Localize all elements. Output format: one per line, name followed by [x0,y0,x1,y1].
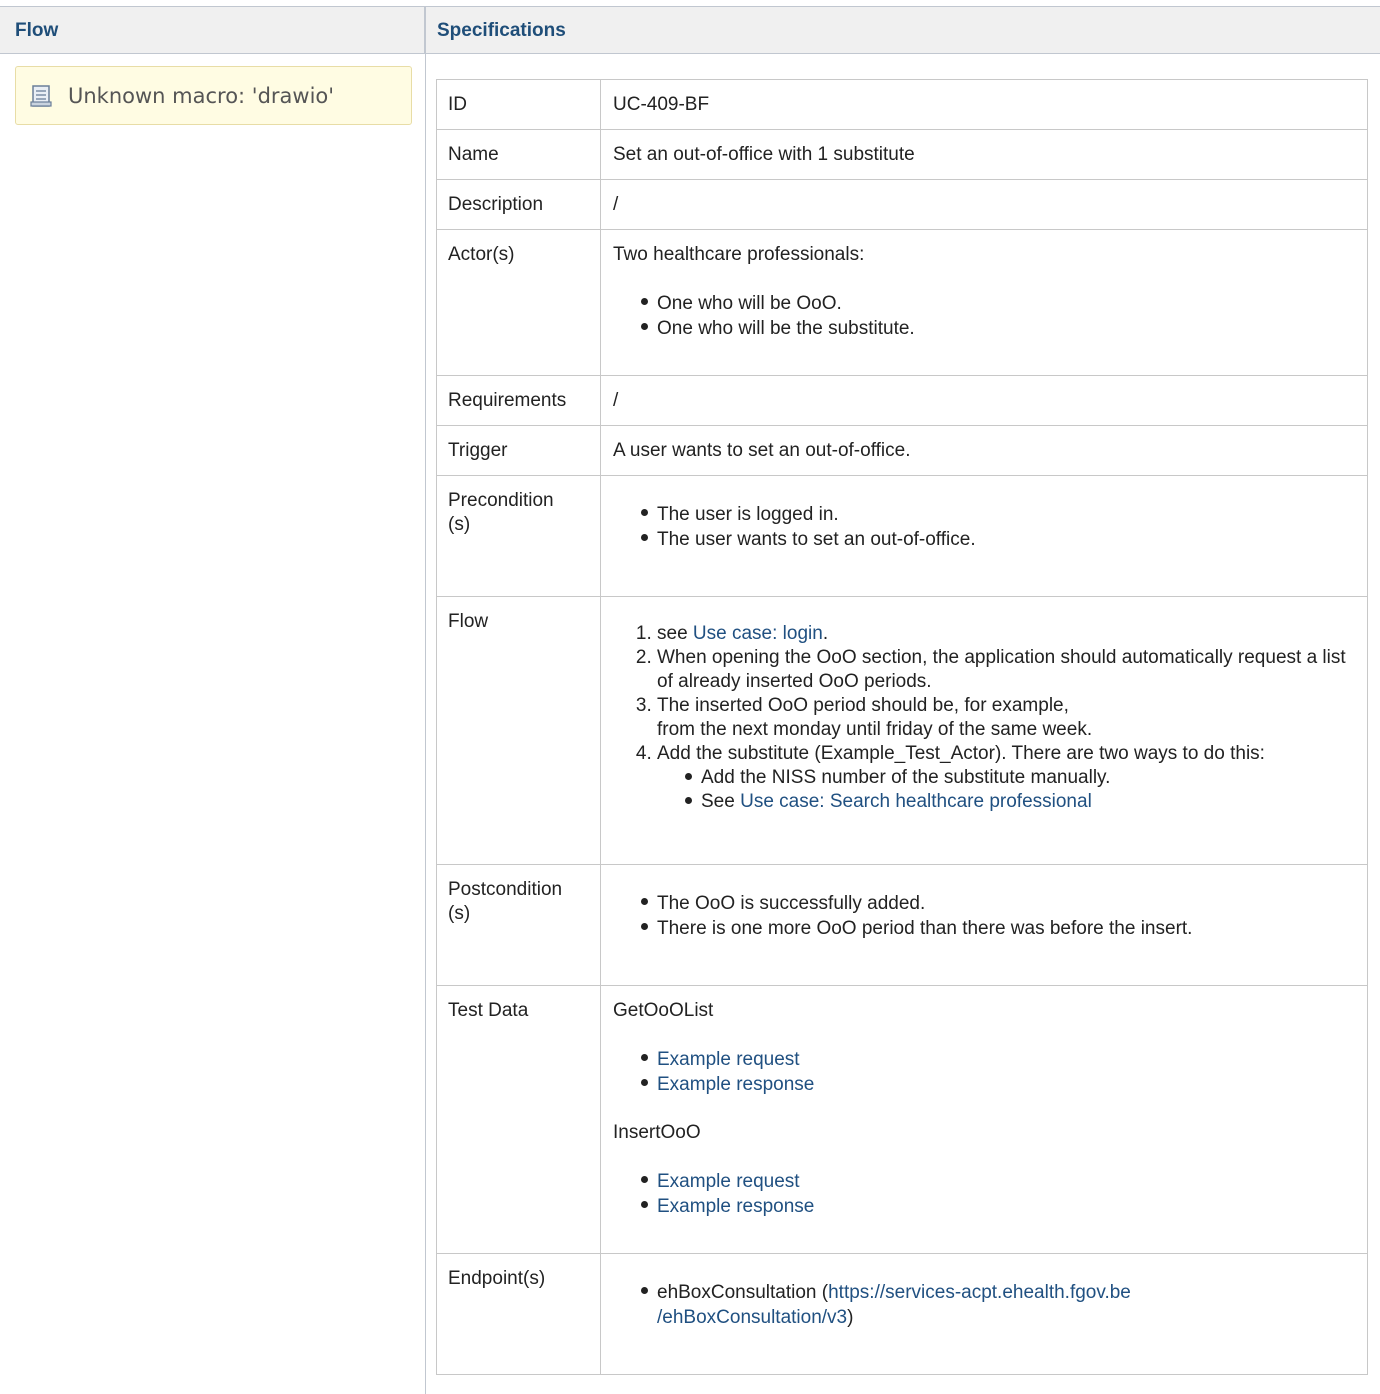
label-test-data: Test Data [436,985,601,1254]
row-endpoints: Endpoint(s) ehBoxConsultation (https://s… [436,1253,1368,1375]
list-item: Example request [641,1047,1356,1072]
label-postcondition: Postcondition (s) [436,864,601,986]
value-id: UC-409-BF [600,79,1368,130]
label-flow: Flow [436,596,601,865]
value-name: Set an out-of-office with 1 substitute [600,129,1368,180]
list-item: The OoO is successfully added. [641,891,1356,916]
list-item: ehBoxConsultation (https://services-acpt… [641,1280,1356,1330]
row-name: Name Set an out-of-office with 1 substit… [436,129,1368,180]
insertooo-links: Example request Example response [613,1169,1356,1219]
list-item: Example response [641,1072,1356,1097]
flow-steps: see Use case: login. When opening the Oo… [613,622,1356,814]
login-use-case-link[interactable]: Use case: login [693,623,823,644]
label-description: Description [436,179,601,230]
list-item: There is one more OoO period than there … [641,916,1356,941]
specification-table: ID UC-409-BF Name Set an out-of-office w… [436,79,1368,1375]
list-item: See Use case: Search healthcare professi… [685,790,1356,814]
flow-step-4: Add the substitute (Example_Test_Actor).… [657,742,1356,814]
row-id: ID UC-409-BF [436,79,1368,130]
insertooo-example-response-link[interactable]: Example response [657,1196,814,1217]
value-requirements: / [600,375,1368,426]
list-item: One who will be the substitute. [641,316,1356,341]
label-id: ID [436,79,601,130]
label-actors: Actor(s) [436,229,601,376]
test-group-getooolist: GetOoOList [613,1000,714,1021]
actors-list: One who will be OoO. One who will be the… [613,291,1356,341]
row-actors: Actor(s) Two healthcare professionals: O… [436,229,1368,376]
search-hcp-use-case-link[interactable]: Use case: Search healthcare professional [740,791,1092,812]
getooolist-example-response-link[interactable]: Example response [657,1074,814,1095]
row-description: Description / [436,179,1368,230]
getooolist-links: Example request Example response [613,1047,1356,1097]
row-requirements: Requirements / [436,375,1368,426]
row-flow: Flow see Use case: login. When opening t… [436,596,1368,865]
actors-intro: Two healthcare professionals: [613,244,865,265]
getooolist-example-request-link[interactable]: Example request [657,1049,800,1070]
list-item: Example response [641,1194,1356,1219]
list-item: Example request [641,1169,1356,1194]
flow-step-3: The inserted OoO period should be, for e… [657,694,1356,742]
list-item: One who will be OoO. [641,291,1356,316]
row-postcondition: Postcondition (s) The OoO is successfull… [436,864,1368,986]
row-precondition: Precondition (s) The user is logged in. … [436,475,1368,597]
row-trigger: Trigger A user wants to set an out-of-of… [436,425,1368,476]
label-trigger: Trigger [436,425,601,476]
substitute-options: Add the NISS number of the substitute ma… [657,766,1356,814]
label-endpoints: Endpoint(s) [436,1253,601,1375]
test-group-insertooo: InsertOoO [613,1122,701,1143]
list-item: The user is logged in. [641,502,1356,527]
row-test-data: Test Data GetOoOList Example request Exa… [436,985,1368,1254]
endpoints-list: ehBoxConsultation (https://services-acpt… [613,1280,1356,1330]
value-description: / [600,179,1368,230]
column-divider [425,7,426,1394]
list-item: Add the NISS number of the substitute ma… [685,766,1356,790]
label-precondition: Precondition (s) [436,475,601,597]
specifications-column-header: Specifications [426,7,1380,54]
postcondition-list: The OoO is successfully added. There is … [613,891,1356,941]
macro-message: Unknown macro: 'drawio' [68,83,335,108]
flow-step-2: When opening the OoO section, the applic… [657,646,1356,694]
flow-column-header: Flow [0,7,425,54]
list-item: The user wants to set an out-of-office. [641,527,1356,552]
label-name: Name [436,129,601,180]
value-trigger: A user wants to set an out-of-office. [600,425,1368,476]
precondition-list: The user is logged in. The user wants to… [613,502,1356,552]
label-requirements: Requirements [436,375,601,426]
document-icon [28,83,54,109]
unknown-macro-placeholder: Unknown macro: 'drawio' [15,66,412,125]
flow-step-1: see Use case: login. [657,622,1356,646]
insertooo-example-request-link[interactable]: Example request [657,1171,800,1192]
